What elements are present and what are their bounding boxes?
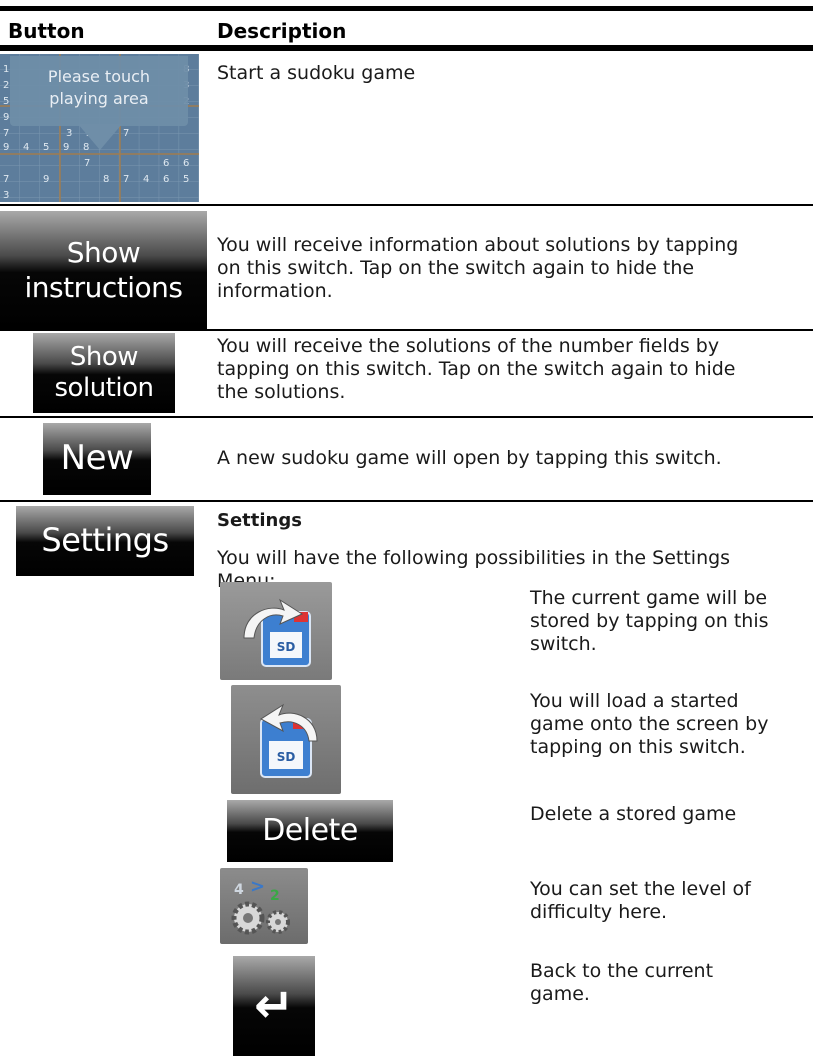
header-description: Description [217,19,347,43]
save-sd-graphic: SD [243,598,311,667]
popup-line-1: Please touch [47,67,151,86]
load-desc-line: game onto the screen by [530,713,769,735]
back-desc: Back to the current game. [530,960,713,1006]
touch-area-popup: Please touch playing area [10,56,188,126]
settings-label: Settings [41,521,169,560]
load-desc: You will load a started game onto the sc… [530,690,768,759]
solution-desc-line: You will receive the solutions of the nu… [217,335,720,357]
back-desc-line: game. [530,983,590,1005]
sudoku-cell-digit: 4 [143,174,149,185]
back-arrow-glyph: ↵ [254,977,294,1034]
sudoku-cell-digit: 2 [3,80,9,91]
diff-arrow: > [250,876,265,897]
load-desc-line: You will load a started [530,690,739,712]
back-desc-line: Back to the current [530,960,714,982]
sudoku-cell-digit: 5 [43,142,49,153]
show-instructions-button[interactable]: Show instructions [0,211,207,329]
load-from-sd-icon[interactable]: SD [231,685,341,794]
difficulty-graphic: 4 > 2 [231,876,290,935]
save-desc-line: stored by tapping on this [530,610,769,632]
save-desc-line: switch. [530,633,597,655]
show-solution-line-2: solution [54,373,154,403]
load-sd-text: SD [277,750,296,764]
sudoku-cell-digit: 7 [123,128,129,139]
difficulty-gears-icon[interactable]: 4 > 2 [220,868,308,944]
instructions-desc-line: information. [217,280,333,302]
sudoku-cell-digit: 5 [183,174,189,185]
show-solution-line-1: Show [69,341,139,372]
top-rule [0,6,813,11]
row-rule-2 [0,329,813,331]
sudoku-cell-digit: 6 [163,158,169,169]
manual-page: Button Description 125983273517945987667… [0,0,815,1058]
save-desc-line: The current game will be [530,587,768,609]
start-desc: Start a sudoku game [217,62,416,84]
save-to-sd-icon[interactable]: SD [220,582,332,680]
sudoku-cell-digit: 4 [23,142,29,153]
down-arrow-icon [78,124,122,150]
delete-label: Delete [262,813,358,849]
load-desc-line: tapping on this switch. [530,736,746,758]
show-instructions-line-2: instructions [24,271,183,304]
sudoku-cell-digit: 5 [3,96,9,107]
popup-line-2: playing area [49,89,149,108]
delete-desc: Delete a stored game [530,803,737,825]
settings-title: Settings [217,510,302,531]
sudoku-cell-digit: 9 [63,142,69,153]
show-instructions-line-1: Show [66,235,141,269]
instructions-desc-line: You will receive information about solut… [217,234,739,256]
settings-intro-line: You will have the following possibilitie… [217,547,731,569]
sudoku-cell-digit: 9 [3,142,9,153]
header-rule [0,45,813,51]
diff-2: 2 [270,888,280,904]
settings-button[interactable]: Settings [16,506,194,576]
sudoku-cell-digit: 7 [3,174,9,185]
sudoku-start-thumbnail[interactable]: 1259832735179459876679874653 Please touc… [0,54,199,202]
load-sd-graphic: SD [260,703,318,778]
row-rule-1 [0,204,813,206]
sudoku-cell-digit: 1 [3,64,9,75]
solution-desc-line: tapping on this switch. Tap on the switc… [217,358,736,380]
sudoku-cell-digit: 7 [84,158,90,169]
sudoku-cell-digit: 3 [66,128,72,139]
new-desc: A new sudoku game will open by tapping t… [217,447,722,469]
new-game-button[interactable]: New [43,423,151,495]
sudoku-cell-digit: 7 [3,128,9,139]
header-button: Button [8,19,85,43]
solution-desc-line: the solutions. [217,381,346,403]
instructions-desc: You will receive information about solut… [217,234,738,303]
instructions-desc-line: on this switch. Tap on the switch again … [217,257,695,279]
row-rule-4 [0,500,813,502]
new-label: New [60,438,134,479]
sudoku-cell-digit: 9 [3,112,9,123]
sudoku-cell-digit: 7 [123,174,129,185]
delete-button[interactable]: Delete [227,800,393,862]
save-desc: The current game will be stored by tappi… [530,587,769,656]
diff-4: 4 [234,882,244,898]
save-sd-text: SD [277,640,296,654]
sudoku-cell-digit: 6 [183,158,189,169]
row-rule-3 [0,416,813,418]
sudoku-cell-digit: 6 [163,174,169,185]
back-arrow-icon[interactable]: ↵ [233,956,315,1056]
sudoku-cell-digit: 3 [3,190,9,201]
show-solution-button[interactable]: Show solution [33,333,175,413]
difficulty-desc: You can set the level of difficulty here… [530,878,751,924]
sudoku-cell-digit: 9 [43,174,49,185]
solution-desc: You will receive the solutions of the nu… [217,335,736,404]
difficulty-desc-line: You can set the level of [530,878,751,900]
sudoku-cell-digit: 8 [103,174,109,185]
difficulty-desc-line: difficulty here. [530,901,668,923]
